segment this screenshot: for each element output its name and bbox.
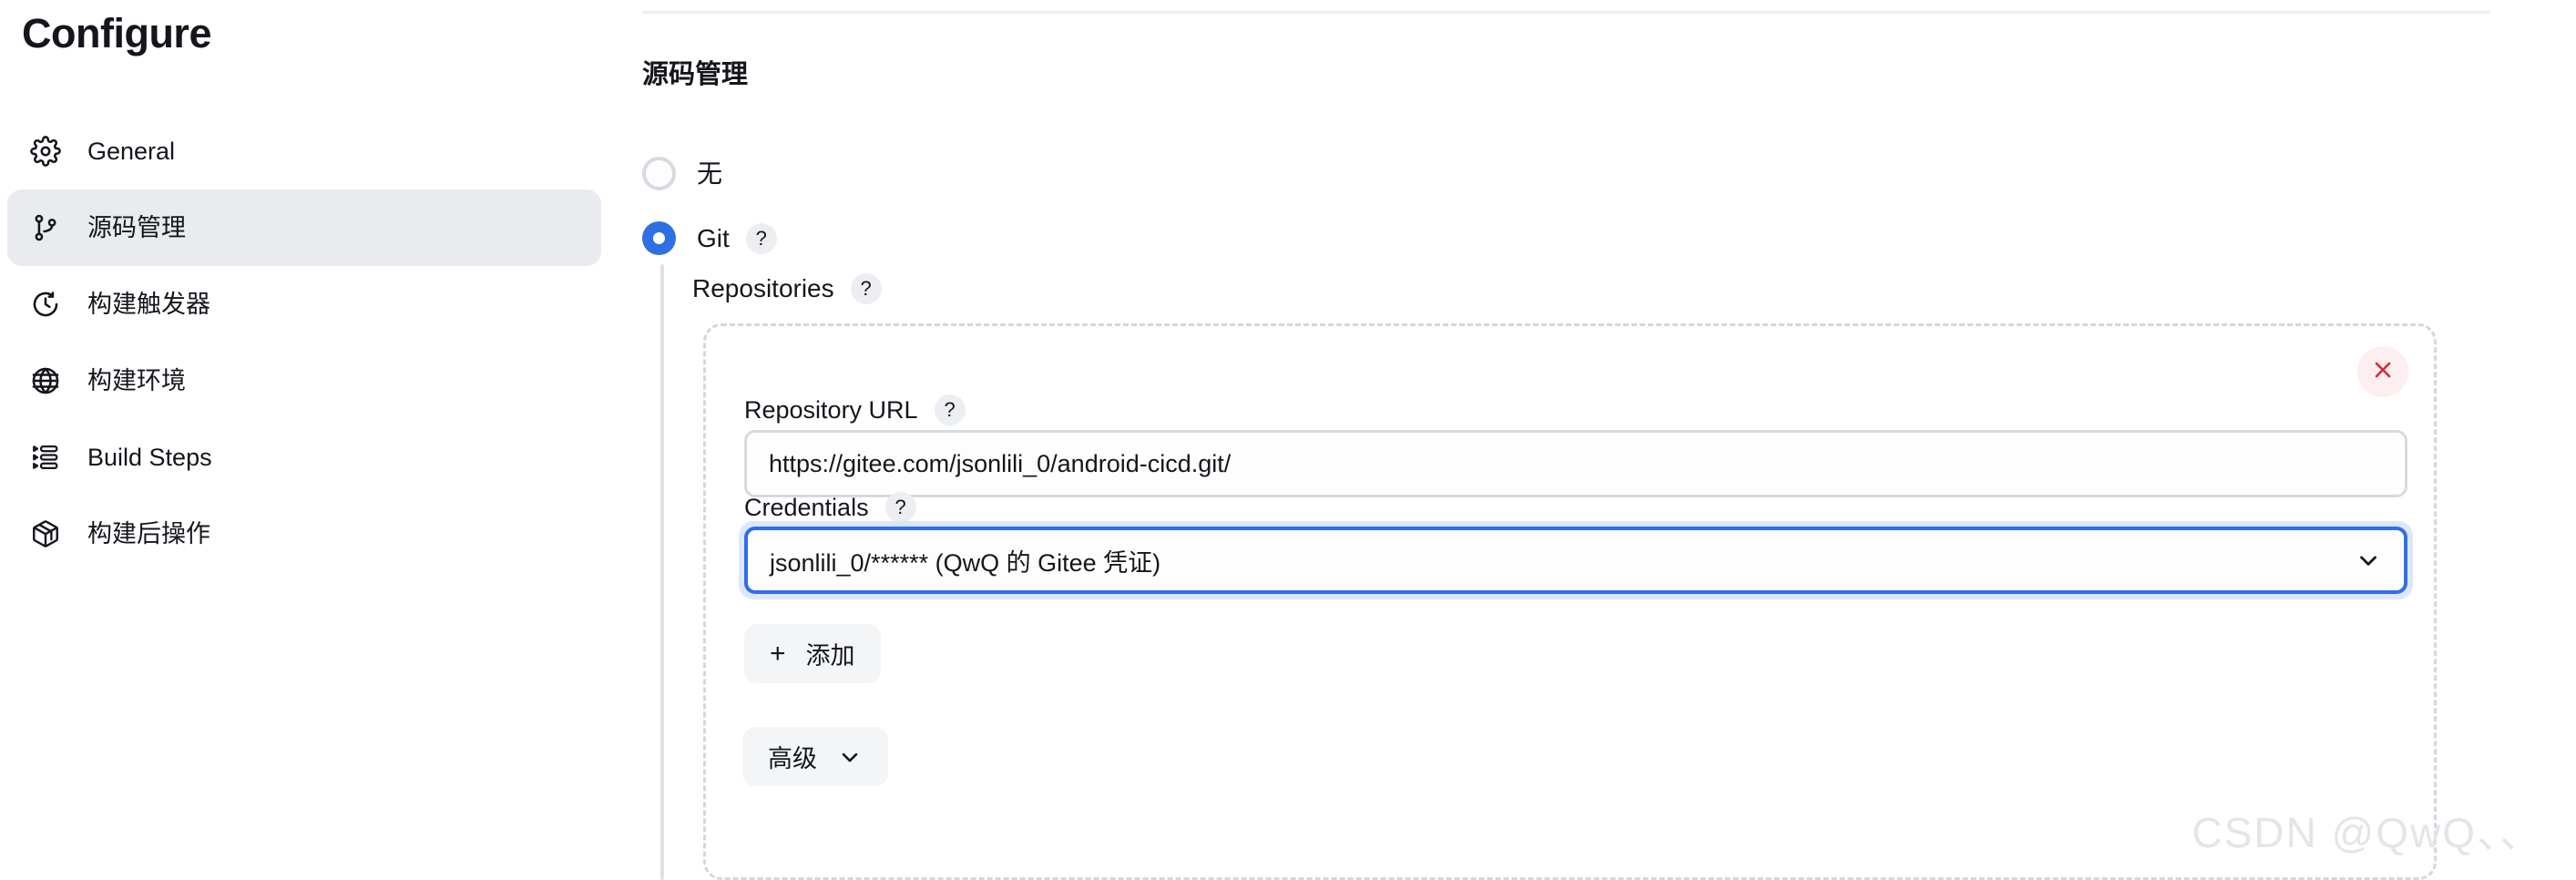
- sidebar-nav: General 源码管理 构建触发器 构建环境 Build Steps 构建后操…: [0, 113, 642, 572]
- sidebar-item-label: General: [87, 137, 176, 165]
- repository-url-input[interactable]: https://gitee.com/jsonlili_0/android-cic…: [744, 430, 2407, 497]
- repository-card: Repository URL ? https://gitee.com/jsonl…: [703, 323, 2437, 880]
- repository-url-label-row: Repository URL ?: [744, 394, 966, 425]
- watermark: CSDN @QwQ、、: [2192, 809, 2543, 856]
- radio-none[interactable]: [642, 157, 676, 190]
- sidebar-item-build-steps[interactable]: Build Steps: [7, 419, 601, 496]
- credentials-label: Credentials: [744, 493, 869, 521]
- scm-option-none[interactable]: 无: [642, 157, 722, 190]
- configure-page: Configure General 源码管理 构建触发器 构建环境 Build …: [0, 0, 2576, 880]
- sidebar-item-build-environment[interactable]: 构建环境: [7, 343, 601, 419]
- repositories-label: Repositories: [692, 274, 834, 302]
- sidebar: Configure General 源码管理 构建触发器 构建环境 Build …: [0, 0, 642, 880]
- git-section-guide-line: [660, 264, 664, 880]
- repository-url-label: Repository URL: [744, 395, 918, 424]
- close-icon: [2371, 358, 2395, 386]
- sidebar-item-label: 构建后操作: [87, 519, 210, 547]
- repositories-label-row: Repositories ?: [692, 273, 882, 304]
- credentials-selected-value: jsonlili_0/****** (QwQ 的 Gitee 凭证): [770, 548, 1161, 577]
- package-icon: [27, 516, 64, 552]
- chevron-down-icon: [837, 744, 863, 770]
- help-icon-repositories[interactable]: ?: [850, 273, 882, 304]
- add-credentials-button[interactable]: + 添加: [744, 624, 881, 683]
- add-credentials-label: 添加: [805, 642, 855, 670]
- advanced-button[interactable]: 高级: [742, 727, 888, 786]
- gear-icon: [27, 133, 64, 169]
- sidebar-item-post-build-actions[interactable]: 构建后操作: [7, 496, 601, 572]
- scm-option-label: Git: [697, 223, 730, 252]
- help-icon-git[interactable]: ?: [745, 222, 777, 254]
- globe-icon: [27, 363, 64, 399]
- sidebar-item-label: 源码管理: [87, 213, 186, 241]
- sidebar-item-label: 构建触发器: [87, 290, 210, 318]
- sidebar-item-general[interactable]: General: [7, 113, 601, 189]
- sidebar-item-label: 构建环境: [87, 366, 186, 394]
- help-icon-credentials[interactable]: ?: [884, 492, 916, 523]
- advanced-label: 高级: [768, 745, 817, 773]
- content-divider: [642, 11, 2490, 14]
- credentials-select[interactable]: jsonlili_0/****** (QwQ 的 Gitee 凭证): [739, 521, 2413, 599]
- sidebar-item-scm[interactable]: 源码管理: [7, 189, 601, 266]
- clock-icon: [27, 286, 64, 322]
- delete-repository-button[interactable]: [2357, 346, 2408, 397]
- list-steps-icon: [27, 439, 64, 476]
- section-title: 源码管理: [642, 60, 749, 89]
- help-icon-repository-url[interactable]: ?: [934, 394, 966, 425]
- page-title: Configure: [22, 10, 211, 56]
- plus-icon: +: [770, 638, 786, 669]
- chevron-down-icon: [2355, 547, 2382, 574]
- scm-option-git[interactable]: Git ?: [642, 221, 777, 255]
- credentials-select-inner: jsonlili_0/****** (QwQ 的 Gitee 凭证): [744, 527, 2407, 594]
- main-content: 源码管理 无 Git ? Repositories ? Repository U…: [642, 0, 2576, 880]
- git-branch-icon: [27, 210, 64, 246]
- scm-option-label: 无: [697, 159, 723, 188]
- credentials-label-row: Credentials ?: [744, 492, 916, 523]
- sidebar-item-label: Build Steps: [87, 443, 212, 471]
- radio-git[interactable]: [642, 221, 676, 255]
- sidebar-item-build-triggers[interactable]: 构建触发器: [7, 266, 601, 343]
